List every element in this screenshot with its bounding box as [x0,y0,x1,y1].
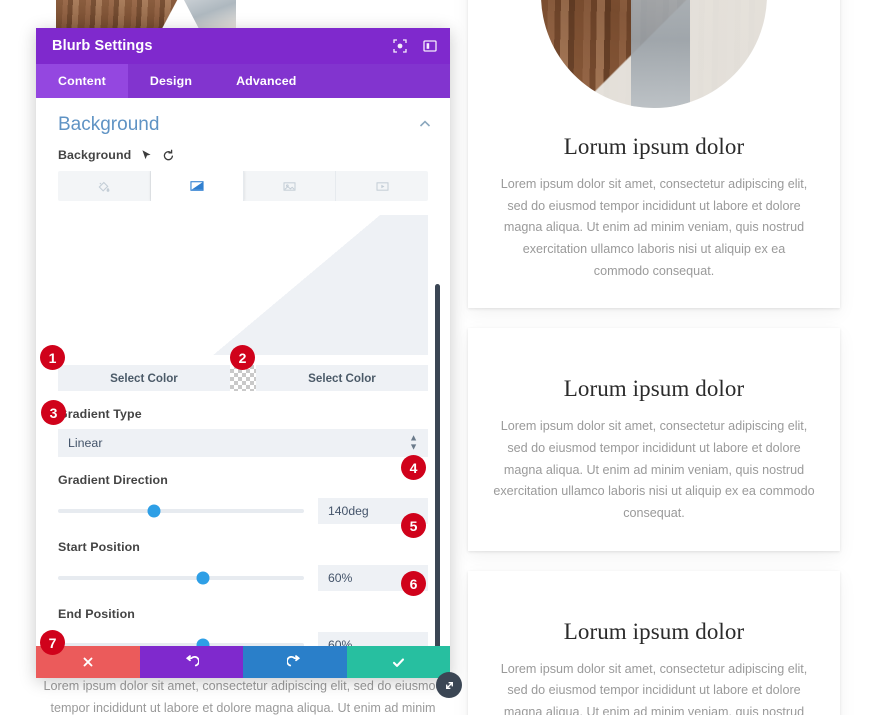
gradient-direction-label: Gradient Direction [58,473,168,487]
modal-action-bar [36,646,450,678]
resize-diagonal-icon[interactable] [436,672,462,698]
redo-button[interactable] [243,646,347,678]
color-tab[interactable] [58,171,151,201]
tab-content[interactable]: Content [36,64,128,98]
chevron-up-icon[interactable] [418,117,432,134]
color-start-button[interactable]: Select Color [58,365,230,391]
end-position-label: End Position [58,607,135,621]
start-position-label: Start Position [58,540,140,554]
gradient-preview[interactable] [58,215,428,355]
select-arrows-icon: ▲ ▼ [409,432,418,452]
image-tab[interactable] [244,171,337,201]
save-button[interactable] [346,646,450,678]
background-field: Background Select Color Select Color Gra… [36,148,450,646]
gradient-type-select[interactable]: Linear [58,429,428,457]
screen: Lorum ipsum dolor Lorem ipsum dolor sit … [0,0,880,715]
blurb-body-3: Lorem ipsum dolor sit amet, consectetur … [500,661,808,715]
layout-panel-icon[interactable] [422,38,438,54]
annotation-badge-4: 4 [401,455,426,480]
annotation-badge-3: 3 [41,400,66,425]
slider-thumb[interactable] [147,504,161,518]
gradient-type-label: Gradient Type [58,407,142,421]
blurb-card-2: Lorum ipsum dolor Lorem ipsum dolor sit … [468,328,840,551]
blurb-card-3: Lorum ipsum dolor Lorem ipsum dolor sit … [468,570,840,715]
focus-icon[interactable] [392,38,408,54]
blurb-body-1: Lorem ipsum dolor sit amet, consectetur … [500,177,808,278]
background-type-tabs [58,171,428,201]
video-tab[interactable] [336,171,428,201]
blurb-body-2: Lorem ipsum dolor sit amet, consectetur … [493,419,815,520]
annotation-badge-1: 1 [40,345,65,370]
modal-tabbar: Content Design Advanced [36,64,450,98]
blurb-title-3: Lorum ipsum dolor [563,618,745,644]
annotation-badge-2: 2 [230,345,255,370]
color-end-button[interactable]: Select Color [256,365,428,391]
slider-thumb[interactable] [196,638,210,646]
end-position-value[interactable]: 60% [318,632,428,646]
annotation-badge-5: 5 [401,513,426,538]
blurb-preview-column: Lorum ipsum dolor Lorem ipsum dolor sit … [468,0,840,715]
gradient-tab[interactable] [150,171,244,201]
background-section-header[interactable]: Background [36,98,450,148]
end-position-slider[interactable] [58,638,304,646]
background-label: Background [58,148,132,162]
reset-icon[interactable] [162,149,175,162]
architecture-building-photo [541,0,767,108]
undo-button[interactable] [139,646,243,678]
slider-thumb[interactable] [196,571,210,585]
gradient-direction-slider[interactable] [58,504,304,518]
blurb-title-1: Lorum ipsum dolor [563,134,745,159]
blurb-card-1: Lorum ipsum dolor Lorem ipsum dolor sit … [468,0,840,309]
tab-advanced[interactable]: Advanced [214,64,318,98]
cursor-icon[interactable] [140,149,153,162]
modal-title: Blurb Settings [52,38,153,54]
modal-header: Blurb Settings [36,28,450,64]
start-position-slider[interactable] [58,571,304,585]
modal-scrollbar[interactable] [435,284,440,646]
tab-design[interactable]: Design [128,64,214,98]
modal-body: Background Background Select Color Selec… [36,98,450,646]
blurb-title-2: Lorum ipsum dolor [563,376,745,402]
annotation-badge-7: 7 [40,630,65,655]
annotation-badge-6: 6 [401,571,426,596]
section-title: Background [58,114,160,135]
background-building-photo [56,0,236,28]
